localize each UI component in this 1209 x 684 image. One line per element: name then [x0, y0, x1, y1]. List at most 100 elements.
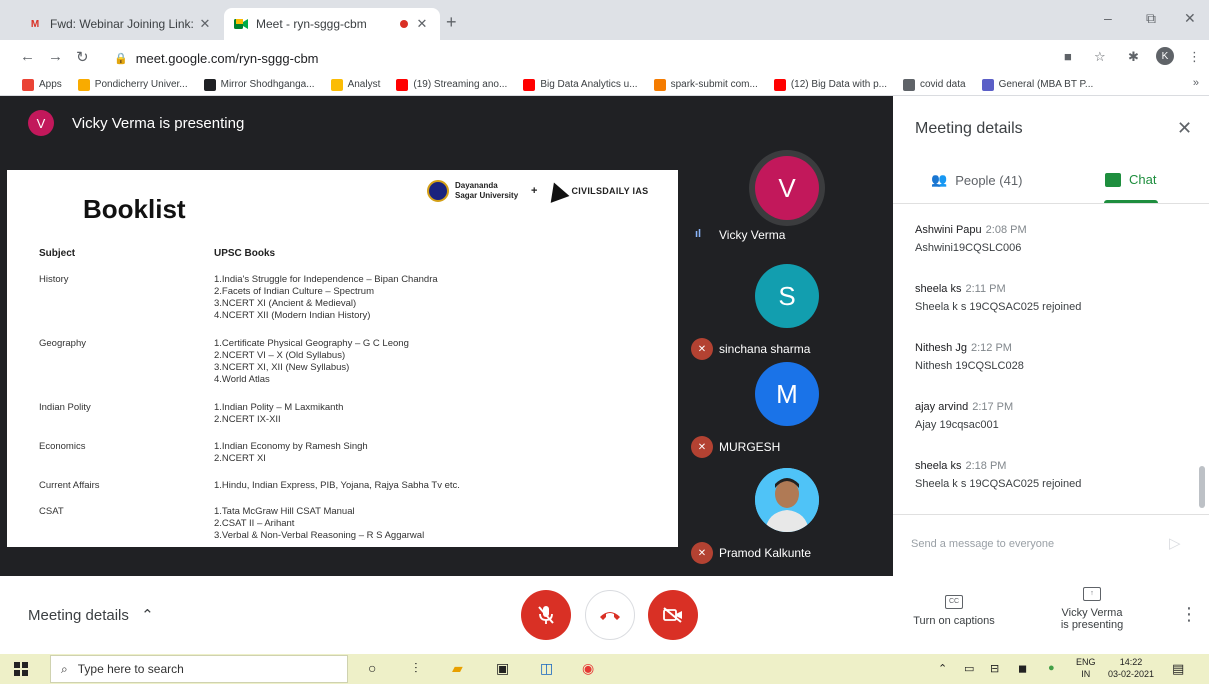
close-window-icon[interactable]: ✕	[1184, 10, 1196, 27]
taskbar-search-input[interactable]: ⌕ Type here to search	[50, 655, 348, 683]
participant-tile[interactable]: ✕ Pramod Kalkunte	[683, 468, 893, 576]
gmail-icon: M	[30, 18, 40, 30]
bookmark-favicon-icon	[773, 78, 786, 91]
bookmark-item[interactable]: Mirror Shodhganga...	[203, 78, 315, 91]
book-line: 2.NCERT VI – X (Old Syllabus)	[214, 350, 346, 361]
mic-off-icon	[538, 606, 554, 624]
task-view-icon[interactable]: ⫶	[414, 660, 418, 677]
volume-icon[interactable]: ◼	[1018, 662, 1027, 675]
profile-avatar[interactable]: K	[1156, 47, 1174, 65]
bookmark-item[interactable]: Pondicherry Univer...	[77, 78, 188, 91]
app-tray-icon[interactable]: ●	[1048, 662, 1055, 674]
chat-message: sheela ks 2:11 PM Sheela k s 19CQSAC025 re…	[915, 283, 1081, 313]
bookmarks-overflow-icon[interactable]: »	[1193, 77, 1199, 89]
bookmark-item[interactable]: Big Data Analytics u...	[523, 78, 638, 91]
books-cell: 1.Indian Economy by Ramesh Singh 2.NCERT …	[214, 441, 368, 465]
book-line: 3.Verbal & Non-Verbal Reasoning – R S Ag…	[214, 530, 425, 541]
bookmark-item[interactable]: General (MBA BT P...	[981, 78, 1093, 91]
new-tab-button[interactable]: +	[446, 12, 457, 33]
bookmark-label: Mirror Shodhganga...	[220, 79, 315, 90]
participant-avatar: S	[755, 264, 819, 328]
browser-tab-gmail[interactable]: M Fwd: Webinar Joining Link: How t ✕	[18, 8, 223, 40]
close-panel-icon[interactable]: ✕	[1177, 118, 1192, 139]
network-icon[interactable]: ⊟	[990, 662, 999, 675]
restore-icon[interactable]: ⧉	[1146, 10, 1156, 27]
camera-indicator-icon[interactable]: ■	[1064, 49, 1072, 64]
bookmark-item[interactable]: covid data	[903, 78, 966, 91]
presentation-status-button[interactable]: ↑ Vicky Verma is presenting	[1040, 586, 1144, 631]
divider	[893, 514, 1209, 515]
book-line: 2.NCERT IX-XII	[214, 414, 281, 425]
message-sender: ajay arvind	[915, 401, 969, 413]
participant-tile[interactable]: S ✕ sinchana sharma	[683, 252, 893, 360]
books-cell: 1.Hindu, Indian Express, PIB, Yojana, Ra…	[214, 480, 460, 492]
speaking-indicator-icon: ıl	[695, 228, 702, 240]
tab-people[interactable]: 👥 People (41)	[931, 172, 1022, 188]
bookmark-favicon-icon	[330, 78, 343, 91]
subject-cell: Geography	[39, 338, 87, 349]
captions-button[interactable]: CC Turn on captions	[896, 594, 1012, 627]
slide-title: Booklist	[83, 194, 186, 224]
outlook-icon[interactable]: ◫	[540, 660, 553, 677]
bookmark-item[interactable]: (12) Big Data with p...	[773, 78, 887, 91]
participant-tile[interactable]: V ıl Vicky Verma	[683, 144, 893, 252]
presenter-banner: V Vicky Verma is presenting	[28, 110, 244, 136]
chat-message-input[interactable]: Send a message to everyone	[911, 538, 1054, 550]
minimize-icon[interactable]: –	[1104, 10, 1112, 26]
bookmark-favicon-icon	[396, 78, 409, 91]
chat-message: sheela ks 2:18 PM Sheela k s 19CQSAC025 re…	[915, 460, 1081, 490]
bookmark-item[interactable]: Apps	[22, 78, 62, 91]
windows-start-icon[interactable]	[14, 662, 28, 676]
windows-taskbar: ⌕ Type here to search ○ ⫶ ▰ ▣ ◫ ◉ ⌃ ▭ ⊟ …	[0, 654, 1209, 684]
extensions-icon[interactable]: ✱	[1128, 49, 1139, 65]
message-text: Sheela k s 19CQSAC025 rejoined	[915, 478, 1082, 490]
browser-tab-meet[interactable]: Meet - ryn-sggg-cbm ✕	[224, 8, 440, 40]
bookmark-item[interactable]: Analyst	[330, 78, 380, 91]
mic-toggle-button[interactable]	[521, 590, 571, 640]
chrome-icon[interactable]: ◉	[582, 660, 594, 677]
reload-icon[interactable]: ↻	[76, 48, 89, 66]
show-hidden-icons-icon[interactable]: ⌃	[938, 662, 947, 675]
panel-title: Meeting details	[915, 120, 1023, 137]
battery-icon[interactable]: ▭	[964, 662, 974, 675]
back-arrow-icon[interactable]: ←	[20, 48, 35, 65]
tab-chat[interactable]: Chat	[1105, 172, 1156, 187]
notifications-icon[interactable]: ▤	[1172, 661, 1184, 677]
meeting-controls-bar: Meeting details ⌃ CC Turn on captions ↑ …	[0, 576, 1209, 654]
camera-toggle-button[interactable]	[648, 590, 698, 640]
taskbar-search-placeholder: Type here to search	[77, 662, 184, 676]
more-options-icon[interactable]: ⋮	[1180, 604, 1198, 625]
address-bar[interactable]: 🔒 meet.google.com/ryn-sggg-cbm	[100, 44, 1100, 72]
book-line: 4.World Atlas	[214, 374, 270, 385]
bookmark-item[interactable]: (19) Streaming ano...	[396, 78, 507, 91]
chrome-menu-icon[interactable]: ⋮	[1188, 49, 1201, 65]
send-icon[interactable]: ▷	[1169, 534, 1181, 552]
file-explorer-icon[interactable]: ▰	[452, 660, 463, 677]
participant-tile[interactable]: M ✕ MURGESH	[683, 360, 893, 468]
lock-icon: 🔒	[114, 52, 128, 65]
book-line: 3.NCERT XI (Ancient & Medieval)	[214, 298, 357, 309]
taskbar-clock[interactable]: 14:22 03-02-2021	[1108, 656, 1154, 680]
presenter-avatar: V	[28, 110, 54, 136]
leave-call-button[interactable]	[585, 590, 635, 640]
language-indicator[interactable]: ENG IN	[1076, 656, 1096, 680]
books-cell: 1.Tata McGraw Hill CSAT Manual 2.CSAT II …	[214, 506, 424, 542]
cortana-icon[interactable]: ○	[368, 660, 376, 676]
chat-icon	[1105, 172, 1121, 187]
close-tab-icon[interactable]: ✕	[414, 16, 430, 32]
participant-photo	[755, 468, 819, 532]
message-time: 2:08 PM	[985, 224, 1027, 236]
chat-scrollbar[interactable]	[1199, 466, 1205, 508]
close-tab-icon[interactable]: ✕	[197, 16, 213, 32]
bookmark-favicon-icon	[22, 78, 34, 91]
bookmark-favicon-icon	[981, 78, 994, 91]
store-icon[interactable]: ▣	[496, 660, 509, 677]
meeting-details-button[interactable]: Meeting details ⌃	[28, 606, 154, 624]
clock-date: 03-02-2021	[1108, 669, 1155, 679]
book-line: 3.NCERT XI, XII (New Syllabus)	[214, 362, 350, 373]
forward-arrow-icon[interactable]: →	[48, 48, 63, 65]
lang-line1: ENG	[1076, 657, 1096, 667]
star-icon[interactable]: ☆	[1094, 49, 1106, 65]
bookmark-item[interactable]: spark-submit com...	[653, 78, 758, 91]
books-cell: 1.Certificate Physical Geography – G C L…	[214, 338, 409, 386]
